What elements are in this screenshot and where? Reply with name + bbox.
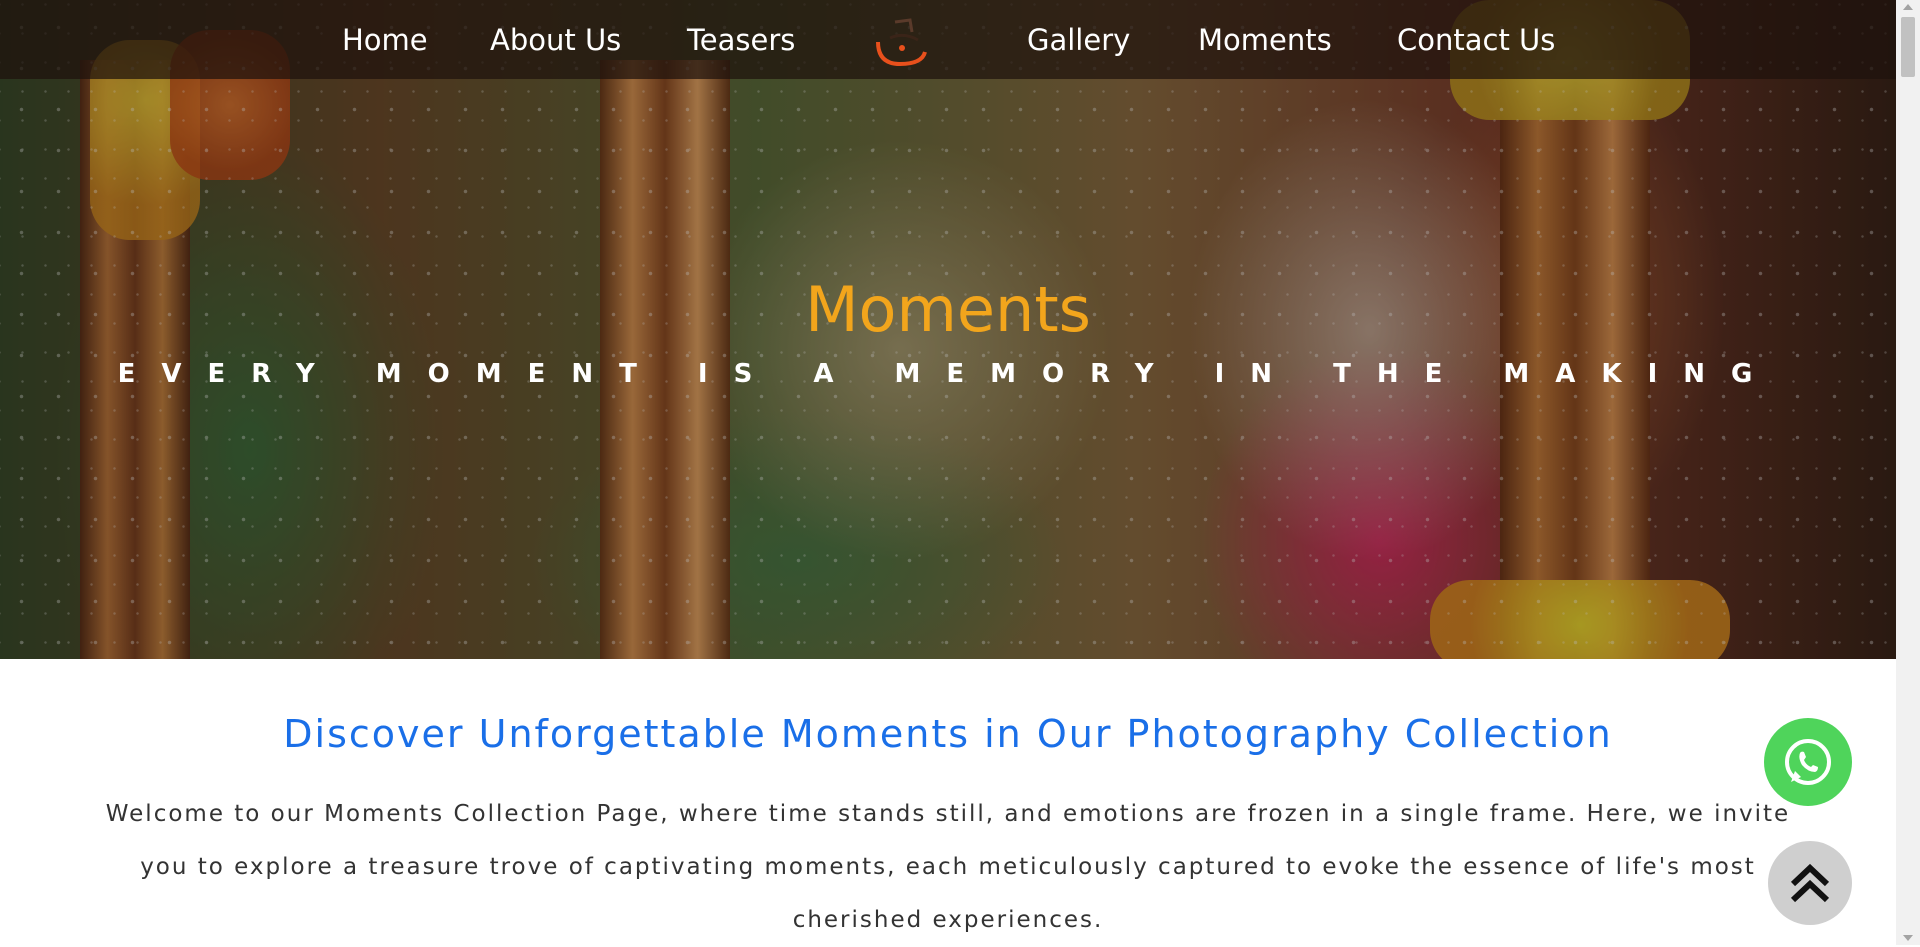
nav-moments[interactable]: Moments: [1198, 20, 1332, 60]
page-scrollbar[interactable]: [1896, 0, 1920, 945]
scroll-down-arrow-icon[interactable]: [1903, 935, 1913, 941]
hero-subtitle: EVERY MOMENT IS A MEMORY IN THE MAKING: [117, 359, 1779, 389]
nav-home[interactable]: Home: [342, 20, 428, 60]
top-navbar: Home About Us Teasers Gallery Moments Co…: [0, 0, 1896, 79]
studio-logo-icon[interactable]: [870, 12, 940, 72]
nav-about-us[interactable]: About Us: [490, 20, 621, 60]
scrollbar-thumb[interactable]: [1901, 17, 1915, 77]
scroll-up-arrow-icon[interactable]: [1903, 4, 1913, 10]
hero-banner: Moments EVERY MOMENT IS A MEMORY IN THE …: [0, 0, 1896, 659]
section-intro-text: Welcome to our Moments Collection Page, …: [105, 801, 1791, 933]
double-chevron-up-icon: [1790, 863, 1830, 903]
whatsapp-button[interactable]: [1764, 718, 1852, 806]
hero-title: Moments: [805, 272, 1091, 346]
nav-gallery[interactable]: Gallery: [1027, 20, 1130, 60]
section-heading: Discover Unforgettable Moments in Our Ph…: [283, 712, 1613, 756]
nav-contact-us[interactable]: Contact Us: [1397, 20, 1555, 60]
scroll-to-top-button[interactable]: [1768, 841, 1852, 925]
whatsapp-icon: [1785, 738, 1831, 786]
nav-teasers[interactable]: Teasers: [687, 20, 795, 60]
